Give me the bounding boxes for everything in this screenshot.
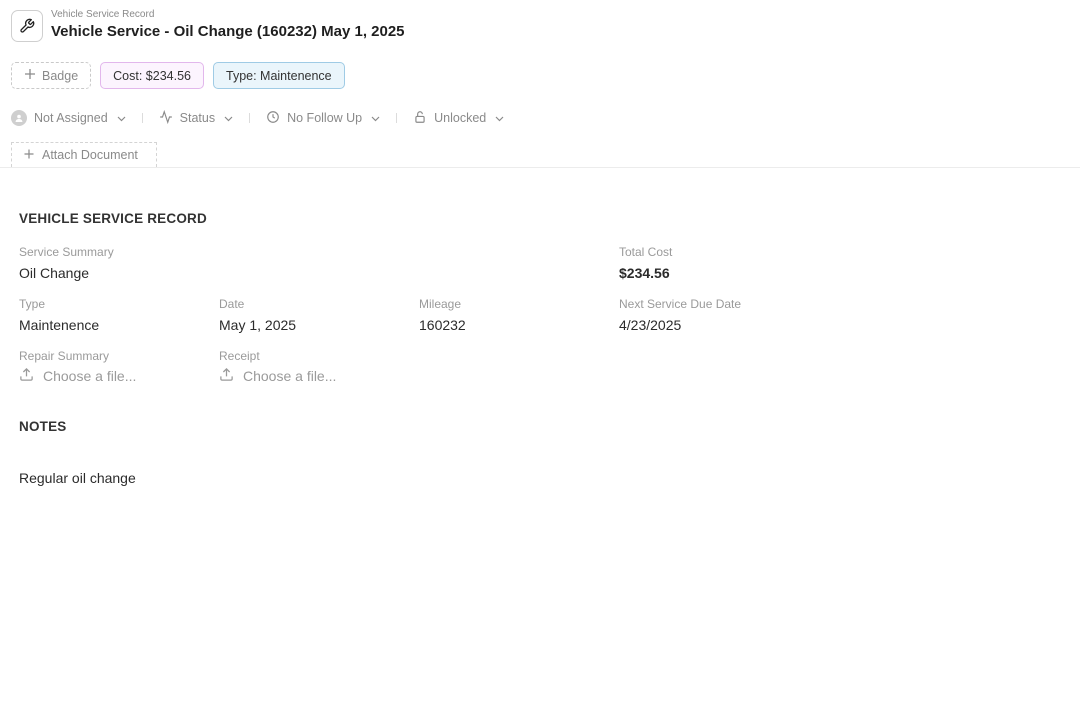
- next-service-field[interactable]: Next Service Due Date 4/23/2025: [619, 297, 741, 334]
- page-header: Vehicle Service Record Vehicle Service -…: [11, 9, 405, 42]
- type-badge[interactable]: Type: Maintenence: [213, 62, 345, 89]
- attach-document-label: Attach Document: [42, 148, 138, 162]
- receipt-placeholder: Choose a file...: [243, 368, 337, 384]
- type-value: Maintenence: [19, 317, 100, 333]
- assignee-label: Not Assigned: [34, 111, 108, 125]
- status-label: Status: [179, 111, 216, 125]
- attach-document-button[interactable]: Attach Document: [11, 142, 157, 167]
- type-field[interactable]: Type Maintenence: [19, 297, 99, 334]
- status-dropdown[interactable]: Status: [159, 109, 233, 127]
- date-label: Date: [219, 297, 245, 311]
- badge-row: Badge Cost: $234.56 Type: Maintenence: [11, 62, 345, 89]
- date-field[interactable]: Date May 1, 2025: [219, 297, 296, 334]
- wrench-icon: [11, 9, 43, 42]
- lock-open-icon: [413, 110, 427, 127]
- next-service-label: Next Service Due Date: [619, 297, 742, 311]
- breadcrumb[interactable]: Vehicle Service Record: [51, 9, 405, 21]
- service-summary-field[interactable]: Service Summary Oil Change: [19, 245, 114, 282]
- avatar: [11, 110, 27, 126]
- divider: [249, 113, 251, 123]
- lock-dropdown[interactable]: Unlocked: [413, 110, 504, 127]
- total-cost-field[interactable]: Total Cost $234.56: [619, 245, 672, 282]
- header-divider: [0, 167, 1080, 168]
- clock-icon: [266, 110, 280, 127]
- type-badge-label: Type: Maintenence: [226, 68, 332, 83]
- repair-summary-label: Repair Summary: [19, 349, 110, 363]
- total-cost-value: $234.56: [619, 265, 670, 281]
- record-section-title: VEHICLE SERVICE RECORD: [19, 211, 207, 226]
- mileage-label: Mileage: [419, 297, 462, 311]
- cost-badge-label: Cost: $234.56: [113, 68, 191, 83]
- assignee-dropdown[interactable]: Not Assigned: [11, 110, 126, 126]
- add-badge-button[interactable]: Badge: [11, 62, 92, 89]
- chevron-down-icon: [117, 111, 126, 125]
- follow-up-label: No Follow Up: [287, 111, 363, 125]
- date-value: May 1, 2025: [219, 317, 297, 333]
- activity-icon: [159, 109, 173, 127]
- mileage-field[interactable]: Mileage 160232: [419, 297, 466, 334]
- repair-summary-file-picker[interactable]: Choose a file...: [19, 367, 136, 385]
- total-cost-label: Total Cost: [619, 245, 673, 259]
- repair-summary-placeholder: Choose a file...: [43, 368, 137, 384]
- chevron-down-icon: [371, 111, 380, 125]
- mileage-value: 160232: [419, 317, 466, 333]
- notes-section-title: NOTES: [19, 419, 67, 434]
- plus-icon: [24, 68, 36, 83]
- service-summary-label: Service Summary: [19, 245, 114, 259]
- type-label: Type: [19, 297, 46, 311]
- chevron-down-icon: [224, 111, 233, 125]
- divider: [141, 113, 143, 123]
- chevron-down-icon: [495, 111, 504, 125]
- plus-icon: [24, 148, 34, 162]
- cost-badge[interactable]: Cost: $234.56: [100, 62, 204, 89]
- divider: [396, 113, 398, 123]
- next-service-value: 4/23/2025: [619, 317, 682, 333]
- lock-label: Unlocked: [434, 111, 487, 125]
- property-bar: Not Assigned Status No Follow Up Unlocke…: [11, 108, 504, 128]
- service-summary-value: Oil Change: [19, 265, 90, 281]
- add-badge-label: Badge: [42, 68, 79, 83]
- upload-icon: [219, 367, 234, 385]
- upload-icon: [19, 367, 34, 385]
- notes-text[interactable]: Regular oil change: [19, 470, 136, 486]
- receipt-field: Receipt Choose a file...: [219, 349, 336, 385]
- receipt-label: Receipt: [219, 349, 260, 363]
- receipt-file-picker[interactable]: Choose a file...: [219, 367, 336, 385]
- page-title: Vehicle Service - Oil Change (160232) Ma…: [51, 23, 405, 40]
- repair-summary-field: Repair Summary Choose a file...: [19, 349, 136, 385]
- follow-up-dropdown[interactable]: No Follow Up: [266, 110, 380, 127]
